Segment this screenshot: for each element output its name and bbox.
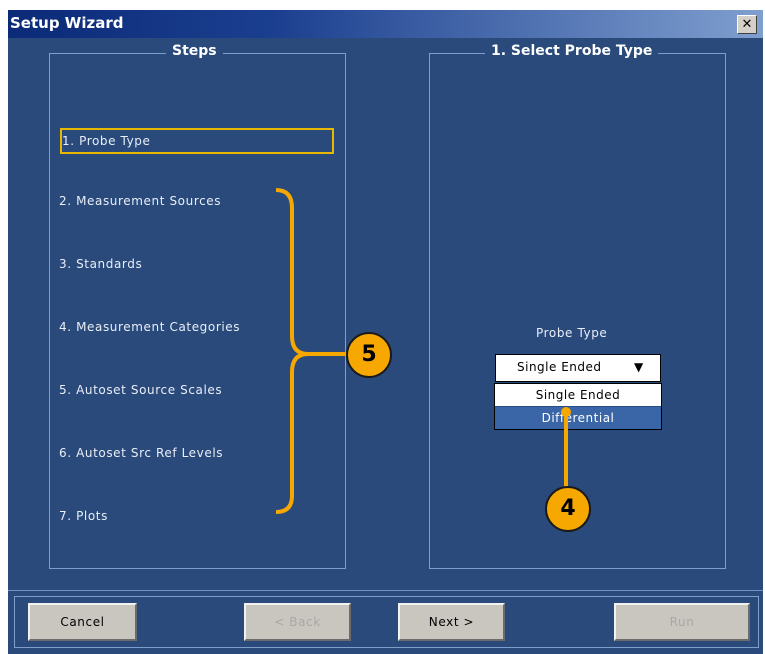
window-title: Setup Wizard: [10, 14, 124, 32]
steps-panel-title: Steps: [166, 43, 223, 59]
probe-type-label: Probe Type: [536, 326, 608, 340]
select-value: Single Ended: [517, 360, 602, 374]
callout-4: 4: [545, 486, 591, 532]
setup-wizard-window: Setup Wizard ✕ Steps 1. Probe Type 2. Me…: [8, 10, 763, 654]
step-label: 6. Autoset Src Ref Levels: [59, 446, 224, 460]
run-button[interactable]: Run: [614, 603, 750, 641]
callout-5: 5: [346, 332, 392, 378]
step-probe-type[interactable]: 1. Probe Type: [60, 128, 334, 154]
close-icon: ✕: [741, 17, 753, 32]
option-differential[interactable]: Differential: [495, 406, 661, 429]
option-single-ended[interactable]: Single Ended: [495, 384, 661, 406]
probe-panel-title: 1. Select Probe Type: [485, 43, 659, 59]
probe-type-select[interactable]: Single Ended ▼: [495, 354, 661, 382]
step-label: 7. Plots: [59, 509, 108, 523]
step-label: 5. Autoset Source Scales: [59, 383, 223, 397]
next-button[interactable]: Next >: [398, 603, 505, 641]
step-label: 1. Probe Type: [62, 134, 151, 148]
step-standards[interactable]: 3. Standards: [59, 257, 142, 271]
title-bar: Setup Wizard ✕: [8, 10, 763, 38]
close-button[interactable]: ✕: [737, 15, 757, 34]
step-measurement-sources[interactable]: 2. Measurement Sources: [59, 194, 221, 208]
step-label: 4. Measurement Categories: [59, 320, 241, 334]
step-autoset-source-scales[interactable]: 5. Autoset Source Scales: [59, 383, 222, 397]
button-bar: Cancel < Back Next > Run: [8, 590, 763, 654]
back-button[interactable]: < Back: [244, 603, 351, 641]
dropdown-callout-line: [561, 407, 571, 497]
wizard-content: Steps 1. Probe Type 2. Measurement Sourc…: [8, 38, 763, 654]
step-label: 3. Standards: [59, 257, 143, 271]
step-measurement-categories[interactable]: 4. Measurement Categories: [59, 320, 240, 334]
step-label: 2. Measurement Sources: [59, 194, 222, 208]
step-plots[interactable]: 7. Plots: [59, 509, 108, 523]
step-autoset-src-ref-levels[interactable]: 6. Autoset Src Ref Levels: [59, 446, 223, 460]
probe-type-dropdown-list: Single Ended Differential: [494, 383, 662, 430]
chevron-down-icon: ▼: [634, 360, 644, 374]
cancel-button[interactable]: Cancel: [28, 603, 137, 641]
